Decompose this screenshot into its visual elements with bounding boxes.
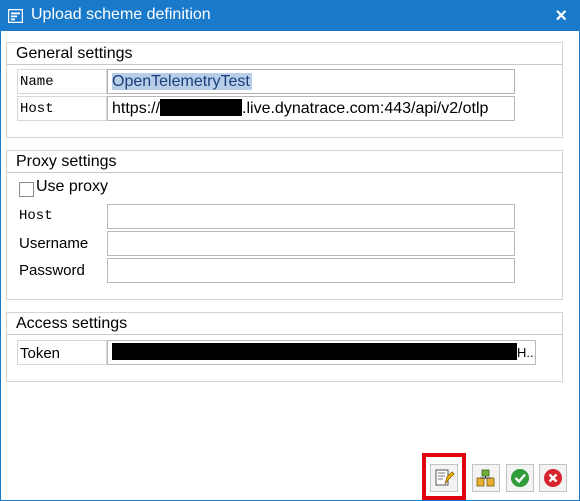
access-settings-title: Access settings bbox=[7, 313, 562, 335]
upload-scheme-dialog: Upload scheme definition × General setti… bbox=[0, 0, 580, 501]
cancel-icon bbox=[540, 469, 566, 495]
transport-icon bbox=[473, 469, 499, 495]
cancel-button[interactable] bbox=[539, 464, 567, 492]
proxy-settings-group: Proxy settings Use proxy Host Username P… bbox=[6, 150, 563, 300]
password-label: Password bbox=[19, 262, 85, 279]
transport-button[interactable] bbox=[472, 464, 500, 492]
proxy-settings-title: Proxy settings bbox=[7, 151, 562, 173]
host-suffix: .live.dynatrace.com:443/api/v2/otlp bbox=[242, 100, 489, 117]
general-settings-group: General settings Name OpenTelemetryTest … bbox=[6, 42, 563, 138]
use-proxy-checkbox[interactable] bbox=[19, 182, 34, 197]
name-field[interactable]: OpenTelemetryTest bbox=[107, 69, 515, 94]
token-tail: H... bbox=[517, 345, 536, 360]
proxy-host-label: Host bbox=[19, 208, 53, 224]
redacted-token bbox=[112, 343, 517, 360]
redacted-block bbox=[160, 99, 243, 116]
dialog-edit-icon bbox=[7, 8, 24, 24]
username-field[interactable] bbox=[107, 231, 515, 256]
host-label: Host bbox=[17, 96, 107, 121]
token-field[interactable]: H... bbox=[107, 340, 536, 365]
edit-icon bbox=[431, 469, 457, 495]
name-label: Name bbox=[17, 69, 107, 94]
dialog-title: Upload scheme definition bbox=[31, 6, 211, 23]
token-label: Token bbox=[17, 340, 107, 365]
title-bar[interactable]: Upload scheme definition × bbox=[1, 1, 579, 31]
close-icon[interactable]: × bbox=[555, 4, 567, 28]
host-field[interactable]: https:// .live.dynatrace.com:443/api/v2/o… bbox=[107, 96, 515, 121]
proxy-host-field[interactable] bbox=[107, 204, 515, 229]
confirm-button[interactable] bbox=[506, 464, 534, 492]
use-proxy-label[interactable]: Use proxy bbox=[36, 178, 108, 196]
host-prefix: https:// bbox=[112, 100, 161, 117]
edit-button[interactable] bbox=[430, 464, 458, 492]
name-value: OpenTelemetryTest bbox=[112, 73, 252, 90]
username-label: Username bbox=[19, 235, 89, 252]
general-settings-title: General settings bbox=[7, 43, 562, 65]
access-settings-group: Access settings Token H... bbox=[6, 312, 563, 382]
confirm-icon bbox=[507, 469, 533, 495]
password-field[interactable] bbox=[107, 258, 515, 283]
